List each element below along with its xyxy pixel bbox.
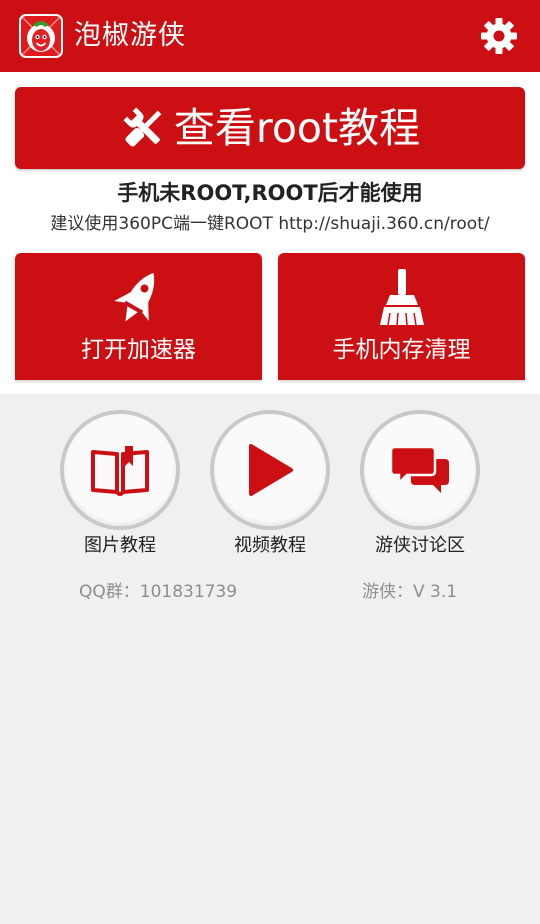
memory-clean-label: 手机内存清理 <box>332 337 471 363</box>
version-text: 游侠：V 3.1 <box>362 582 458 602</box>
forum-label: 游侠讨论区 <box>375 535 465 556</box>
root-tutorial-label: 查看root教程 <box>173 104 421 152</box>
qq-group-text: QQ群：101831739 <box>79 582 238 602</box>
root-warning-text: 手机未ROOT,ROOT后才能使用 <box>117 181 423 205</box>
settings-button[interactable] <box>478 15 520 57</box>
memory-clean-button[interactable]: 手机内存清理 <box>278 253 525 380</box>
root-hint-text: 建议使用360PC端一键ROOT http://shuaji.360.cn/ro… <box>50 214 490 234</box>
app-title: 泡椒游侠 <box>74 20 186 51</box>
play-icon <box>249 444 293 496</box>
picture-tutorial-label: 图片教程 <box>84 535 156 556</box>
video-tutorial-button[interactable]: 视频教程 <box>195 410 345 560</box>
chat-bubbles-icon <box>389 445 449 493</box>
open-accelerator-button[interactable]: 打开加速器 <box>15 253 262 380</box>
video-tutorial-label: 视频教程 <box>234 535 306 556</box>
wrench-screwdriver-icon <box>123 107 162 147</box>
broom-icon <box>379 269 424 326</box>
chili-pepper-logo <box>18 13 64 59</box>
forum-button[interactable]: 游侠讨论区 <box>345 410 495 560</box>
app-bar: 泡椒游侠 <box>0 0 540 72</box>
picture-tutorial-button[interactable]: 图片教程 <box>45 410 195 560</box>
open-accelerator-label: 打开加速器 <box>81 337 196 363</box>
gear-icon <box>481 18 517 54</box>
root-tutorial-button[interactable]: 查看root教程 <box>15 87 525 169</box>
book-icon <box>91 446 149 496</box>
app-screen: 泡椒游侠 查看root教程 手机未ROOT,ROOT后才能使用 建议使用360P… <box>0 0 540 924</box>
main-panel: 查看root教程 手机未ROOT,ROOT后才能使用 建议使用360PC端一键R… <box>0 72 540 394</box>
rocket-icon <box>113 272 154 322</box>
